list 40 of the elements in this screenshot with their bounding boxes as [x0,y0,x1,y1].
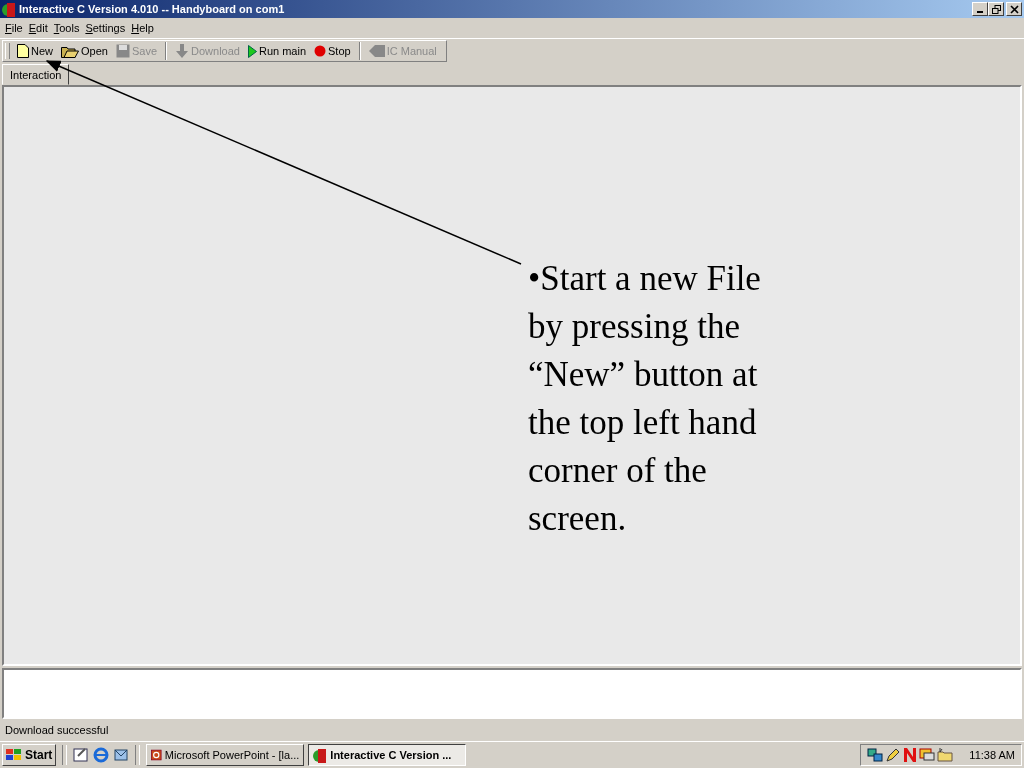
taskbar-button[interactable]: Interactive C Version ... [308,744,467,766]
restore-button[interactable] [988,2,1004,16]
windows-logo-icon [6,748,22,762]
status-text: Download successful [4,723,110,738]
folder-icon[interactable] [937,747,954,763]
toolbar-button[interactable]: Run main [244,42,309,60]
presentation-app-icon [151,748,162,762]
play-icon [247,44,257,58]
folder-icon [61,44,79,58]
toolbar-button[interactable]: Stop [311,42,354,60]
menu-item[interactable]: Settings [82,22,129,34]
monitor-icon[interactable] [919,747,936,763]
browser-icon[interactable] [93,747,110,763]
app-icon [313,747,328,763]
restore-icon [991,4,1001,14]
toolbar-button[interactable]: Open [58,42,111,60]
toolbar-button[interactable]: New [14,42,56,60]
close-icon [1009,4,1019,14]
tab[interactable]: Interaction [2,64,70,85]
start-button[interactable]: Start [2,744,57,766]
menu-item[interactable]: File [2,22,26,34]
menu-item[interactable]: Help [128,22,157,34]
clock[interactable]: 11:38 AM [969,749,1015,761]
app-icon [2,1,16,17]
stop-icon [314,45,326,57]
close-button[interactable] [1006,2,1022,16]
menu-item[interactable]: Edit [25,22,51,34]
taskbar-button[interactable]: Microsoft PowerPoint - [la... [146,744,305,766]
new-file-icon [17,44,29,58]
desktop-icon[interactable] [73,747,90,763]
window-title: Interactive C Version 4.010 -- Handyboard on com1 [19,3,285,15]
mail-icon[interactable] [113,747,130,763]
minimize-button[interactable] [972,2,988,16]
output-pane[interactable] [2,668,1022,719]
down-arrow-icon [175,44,189,58]
annotation-text: •Start a new File by pressing the “New” button at the top left hand corner of the screen. [528,258,762,540]
tag-icon [368,44,385,58]
pencil-icon[interactable] [885,747,902,763]
menu-item[interactable]: Tools [50,22,83,34]
network-icon[interactable] [867,747,884,763]
